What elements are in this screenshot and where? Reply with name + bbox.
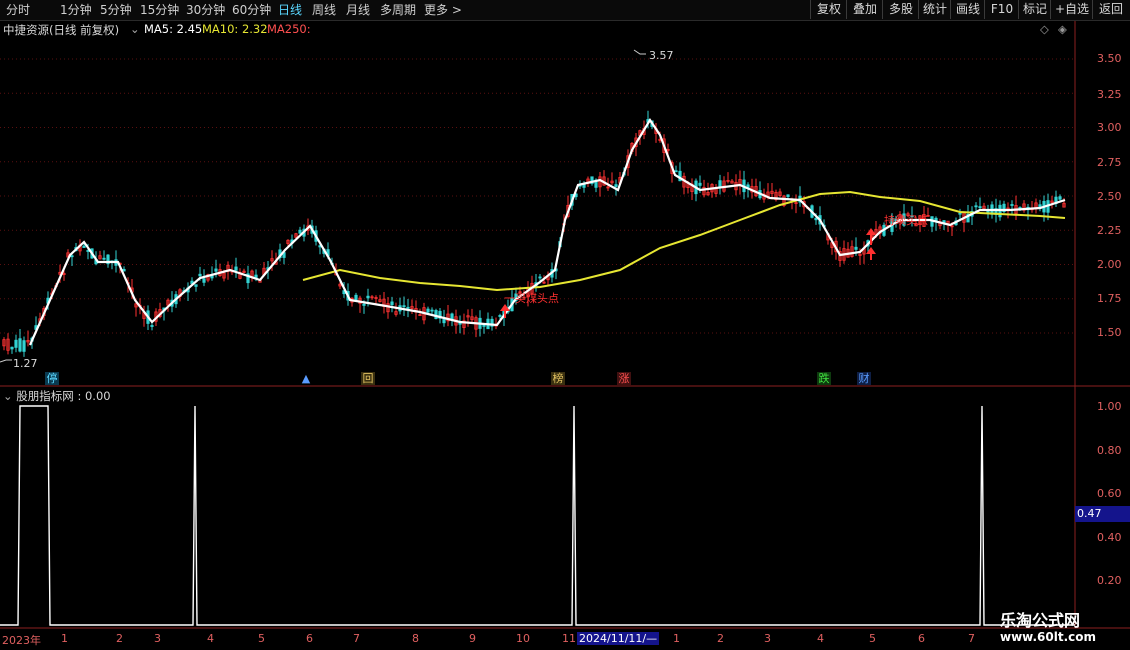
- date-label: 4: [207, 632, 214, 645]
- candle-body: [958, 212, 962, 215]
- date-label: 9: [469, 632, 476, 645]
- signal-badge[interactable]: ▲: [300, 372, 312, 385]
- indicator-tick: 1.00: [1097, 400, 1122, 413]
- candle-body: [978, 206, 982, 209]
- candle-body: [122, 268, 126, 272]
- candle-body: [234, 266, 238, 271]
- date-cursor-label: 2024/11/11/—: [577, 632, 660, 645]
- chevron-down-icon[interactable]: ⌄: [3, 389, 16, 403]
- date-label: 5: [258, 632, 265, 645]
- candle-body: [70, 255, 74, 258]
- signal-badge[interactable]: 涨: [617, 372, 631, 385]
- candle-body: [458, 322, 462, 325]
- date-label: 8: [412, 632, 419, 645]
- candle-body: [614, 184, 618, 187]
- price-tick: 1.50: [1097, 326, 1122, 339]
- candle-body: [18, 338, 22, 352]
- indicator-lines: [0, 405, 1075, 626]
- date-label: 6: [918, 632, 925, 645]
- indicator-title-text: 股朋指标网 : 0.00: [16, 389, 111, 403]
- price-tick: 2.00: [1097, 258, 1122, 271]
- candle-body: [538, 276, 542, 279]
- indicator-tick: 0.80: [1097, 444, 1122, 457]
- candle-body: [430, 309, 434, 312]
- candle-body: [854, 246, 858, 250]
- watermark-logo: 乐淘公式网: [1000, 611, 1081, 630]
- low-price-label: 1.27: [13, 357, 38, 370]
- buy-annotation: 一买煤头点: [504, 292, 559, 305]
- indicator-title[interactable]: ⌄ 股朋指标网 : 0.00: [3, 388, 111, 404]
- indicator-tick: 0.60: [1097, 487, 1122, 500]
- price-tick: 1.75: [1097, 292, 1122, 305]
- date-label: 2023年: [2, 634, 41, 647]
- price-tick: 3.50: [1097, 52, 1122, 65]
- candle-body: [426, 308, 430, 313]
- ma250-line: [302, 190, 1066, 292]
- low-marker: [0, 359, 12, 363]
- signal-badge[interactable]: 跌: [817, 372, 831, 385]
- candle-body: [390, 301, 394, 306]
- date-label: 4: [817, 632, 824, 645]
- ma5-line: [28, 117, 1066, 346]
- high-marker: [633, 49, 646, 55]
- watermark-url: www.60lt.com: [1000, 630, 1097, 644]
- date-label: 5: [869, 632, 876, 645]
- candle-body: [150, 325, 154, 327]
- candle-body: [198, 273, 202, 277]
- candle-body: [362, 303, 366, 306]
- date-label: 1: [673, 632, 680, 645]
- date-label: 10: [516, 632, 530, 645]
- candle-body: [22, 340, 26, 352]
- indicator-current-value: 0.47: [1077, 507, 1102, 520]
- date-label: 11: [562, 632, 576, 645]
- hold-annotation: 持续买点: [884, 214, 928, 227]
- indicator-tick: 0.20: [1097, 574, 1122, 587]
- signal-badge[interactable]: 财: [857, 372, 871, 385]
- candle-body: [786, 194, 790, 197]
- signal-badge[interactable]: 停: [45, 372, 59, 385]
- candle-body: [402, 305, 406, 308]
- candle-body: [202, 278, 206, 283]
- candle-body: [718, 180, 722, 187]
- candle-body: [214, 268, 218, 272]
- date-label: 7: [353, 632, 360, 645]
- price-tick: 2.75: [1097, 156, 1122, 169]
- candle-body: [10, 346, 14, 350]
- candle-body: [14, 339, 18, 348]
- price-tick: 3.00: [1097, 121, 1122, 134]
- candle-body: [102, 257, 106, 260]
- candle-body: [210, 275, 214, 279]
- date-label: 2: [116, 632, 123, 645]
- high-price-label: 3.57: [649, 49, 674, 62]
- candle-body: [434, 310, 438, 320]
- signal-badge[interactable]: 榜: [551, 372, 565, 385]
- candle-body: [298, 229, 302, 234]
- candle-body: [698, 182, 702, 186]
- candle-body: [814, 217, 818, 221]
- date-label: 2: [717, 632, 724, 645]
- candle-body: [1058, 196, 1062, 200]
- candle-body: [974, 205, 978, 208]
- date-label: 3: [154, 632, 161, 645]
- candle-body: [406, 306, 410, 309]
- indicator-signal: [0, 405, 1075, 626]
- price-tick: 3.25: [1097, 88, 1122, 101]
- indicator-tick: 0.40: [1097, 531, 1122, 544]
- price-tick: 2.50: [1097, 190, 1122, 203]
- candles-group: [2, 110, 1066, 357]
- candle-body: [1010, 204, 1014, 206]
- candle-body: [674, 170, 678, 173]
- signal-badge[interactable]: 回: [361, 372, 375, 385]
- date-label: 3: [764, 632, 771, 645]
- candle-body: [366, 295, 370, 299]
- candle-body: [498, 315, 502, 317]
- candle-body: [442, 319, 446, 324]
- candle-body: [82, 245, 86, 248]
- candle-body: [194, 284, 198, 287]
- date-label: 1: [61, 632, 68, 645]
- kline-chart[interactable]: [0, 0, 1130, 650]
- price-tick: 2.25: [1097, 224, 1122, 237]
- date-label: 6: [306, 632, 313, 645]
- date-label: 7: [968, 632, 975, 645]
